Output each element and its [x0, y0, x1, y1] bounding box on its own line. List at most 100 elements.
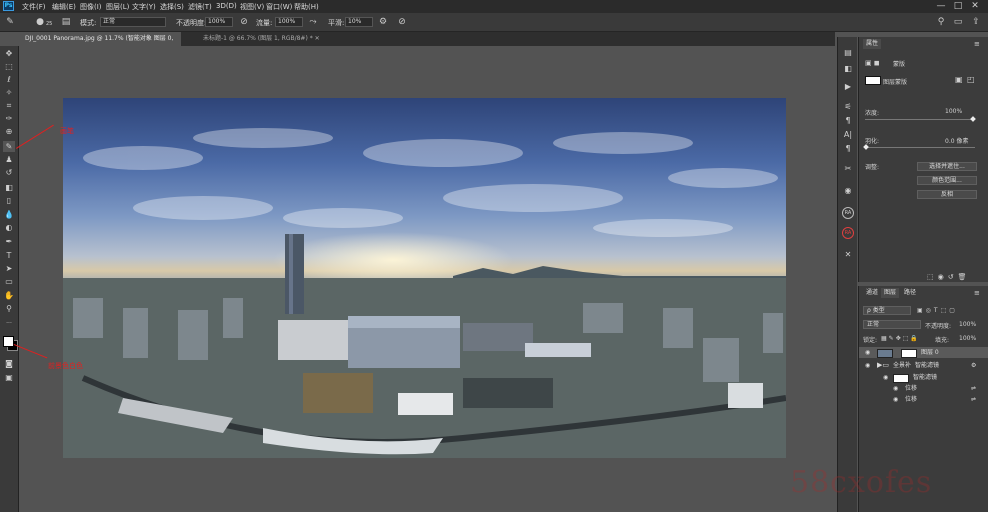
- history-brush-tool-icon[interactable]: ↺: [3, 167, 15, 178]
- dodge-tool-icon[interactable]: ◐: [3, 222, 15, 233]
- pressure-opacity-icon[interactable]: ⊘: [238, 16, 250, 28]
- path-select-tool-icon[interactable]: ➤: [3, 263, 15, 274]
- adjustments-icon[interactable]: ✂: [842, 163, 854, 175]
- tab-untitled[interactable]: 未标题-1 @ 66.7% (图层 1, RGB/8#) * ✕: [199, 32, 341, 46]
- feather-slider-track[interactable]: [865, 147, 975, 148]
- photoshop-logo[interactable]: Ps: [3, 1, 14, 11]
- move-tool-icon[interactable]: ✥: [3, 48, 15, 59]
- layer-filter-select[interactable]: ρ 类型: [863, 306, 911, 315]
- invert-button[interactable]: 反相: [917, 190, 977, 199]
- density-slider-track[interactable]: [865, 119, 975, 120]
- menu-image[interactable]: 图像(I): [80, 2, 102, 12]
- share-icon[interactable]: ⇪: [970, 16, 982, 28]
- layer-row[interactable]: ◉ 位移 ⇌: [859, 394, 988, 405]
- brush-panel-icon[interactable]: ▤: [60, 16, 72, 28]
- tab-paths[interactable]: 路径: [901, 288, 919, 298]
- visibility-eye-icon[interactable]: ◉: [893, 383, 898, 394]
- maximize-icon[interactable]: □: [953, 1, 963, 11]
- paragraph-icon[interactable]: ¶: [842, 115, 854, 127]
- layer-row[interactable]: ◉ 智能滤镜: [859, 372, 988, 383]
- close-icon[interactable]: ✕: [970, 1, 980, 11]
- visibility-eye-icon[interactable]: ◉: [865, 360, 870, 371]
- history-panel-icon[interactable]: ▤: [842, 47, 854, 59]
- tab-channels[interactable]: 通道: [863, 288, 881, 298]
- ra-plugin-icon[interactable]: RA: [842, 207, 854, 219]
- properties-footer-icons[interactable]: ⬚◉↺🗑: [927, 273, 970, 281]
- type-tool-icon[interactable]: T: [3, 250, 15, 261]
- smooth-input[interactable]: 10%: [345, 17, 373, 27]
- quick-select-tool-icon[interactable]: ✧: [3, 87, 15, 98]
- more-tools-icon[interactable]: ···: [3, 318, 15, 329]
- menu-layer[interactable]: 图层(L): [106, 2, 129, 12]
- panorama-image[interactable]: [63, 98, 786, 458]
- flow-input[interactable]: 100%: [275, 17, 303, 27]
- filter-blend-icon[interactable]: ⇌: [971, 394, 976, 405]
- workspace-icon[interactable]: ▭: [952, 16, 964, 28]
- select-and-mask-button[interactable]: 选择并遮住...: [917, 162, 977, 171]
- filter-blend-icon[interactable]: ⇌: [971, 383, 976, 394]
- lasso-tool-icon[interactable]: ℓ: [3, 74, 15, 85]
- brush-preset-icon[interactable]: ✎: [4, 16, 16, 28]
- quick-mask-icon[interactable]: ◙: [3, 358, 15, 369]
- mode-select[interactable]: 正常: [100, 17, 166, 27]
- lock-icons[interactable]: ▦✎✥⬚🔒: [881, 335, 920, 342]
- play-icon[interactable]: ▶: [842, 81, 854, 93]
- tab-layers[interactable]: 图层: [881, 288, 900, 298]
- visibility-eye-icon[interactable]: ◉: [865, 347, 870, 358]
- opacity-input[interactable]: 100%: [205, 17, 233, 27]
- eyedropper-tool-icon[interactable]: ✑: [3, 113, 15, 124]
- density-value[interactable]: 100%: [945, 108, 962, 115]
- foreground-color-swatch[interactable]: [3, 336, 14, 347]
- menu-filter[interactable]: 滤镜(T): [188, 2, 212, 12]
- density-slider-knob[interactable]: [970, 116, 976, 122]
- menu-3d[interactable]: 3D(D): [216, 2, 237, 10]
- search-icon[interactable]: ⚲: [935, 16, 947, 28]
- menu-help[interactable]: 帮助(H): [294, 2, 319, 12]
- crop-tool-icon[interactable]: ⌗: [3, 100, 15, 111]
- glyphs-icon[interactable]: ¶: [842, 143, 854, 155]
- airbrush-icon[interactable]: ⤳: [307, 16, 319, 28]
- feather-slider-knob[interactable]: [863, 144, 869, 150]
- character-icon[interactable]: A|: [842, 129, 854, 141]
- color-range-button[interactable]: 颜色范围...: [917, 176, 977, 185]
- select-pixel-mask-icon[interactable]: ▣: [955, 75, 963, 84]
- color-panel-icon[interactable]: ◧: [842, 63, 854, 75]
- fill-value[interactable]: 100%: [959, 335, 976, 342]
- mask-thumbnail[interactable]: [865, 76, 881, 85]
- tools-cross-icon[interactable]: ✕: [842, 249, 854, 261]
- layers-menu-icon[interactable]: ≡: [971, 288, 983, 298]
- library-icon[interactable]: ◉: [842, 185, 854, 197]
- blur-tool-icon[interactable]: 💧: [3, 209, 15, 220]
- screen-mode-icon[interactable]: ▣: [3, 372, 15, 383]
- layer-row[interactable]: ◉ 图层 0: [859, 347, 988, 358]
- menu-file[interactable]: 文件(F): [22, 2, 46, 12]
- visibility-eye-icon[interactable]: ◉: [883, 372, 888, 383]
- layer-options-icon[interactable]: ⚙: [971, 360, 976, 371]
- layer-opacity-value[interactable]: 100%: [959, 321, 976, 328]
- menu-window[interactable]: 窗口(W): [266, 2, 292, 12]
- rectangle-tool-icon[interactable]: ▭: [3, 276, 15, 287]
- tab-panorama[interactable]: DJI_0001 Panorama.jpg @ 11.7% (智能对象 图层 0…: [21, 32, 181, 56]
- menu-view[interactable]: 视图(V): [240, 2, 264, 12]
- layer-mask-thumbnail[interactable]: [901, 349, 917, 358]
- blend-mode-select[interactable]: 正常: [863, 320, 921, 329]
- menu-select[interactable]: 选择(S): [160, 2, 184, 12]
- pressure-size-icon[interactable]: ⊘: [396, 16, 408, 28]
- tab-properties[interactable]: 属性: [863, 39, 882, 49]
- visibility-eye-icon[interactable]: ◉: [893, 394, 898, 405]
- panel-menu-icon[interactable]: ≡: [971, 39, 983, 49]
- brush-tool-icon[interactable]: ✎: [3, 141, 15, 152]
- layer-filter-icons[interactable]: ▣◎T⬚▢: [917, 307, 958, 314]
- menu-edit[interactable]: 编辑(E): [52, 2, 76, 12]
- pen-tool-icon[interactable]: ✒: [3, 236, 15, 247]
- eraser-tool-icon[interactable]: ◧: [3, 182, 15, 193]
- spot-heal-tool-icon[interactable]: ⊕: [3, 126, 15, 137]
- minimize-icon[interactable]: —: [936, 1, 946, 11]
- zoom-tool-icon[interactable]: ⚲: [3, 303, 15, 314]
- clone-stamp-tool-icon[interactable]: ♟: [3, 154, 15, 165]
- menu-type[interactable]: 文字(Y): [132, 2, 156, 12]
- layer-row[interactable]: ◉ ▶▭ 全景补 智能滤镜 ⚙: [859, 360, 988, 371]
- brush-settings-icon[interactable]: ⚟: [842, 101, 854, 113]
- hand-tool-icon[interactable]: ✋: [3, 290, 15, 301]
- vector-mask-icon[interactable]: ◰: [967, 75, 975, 84]
